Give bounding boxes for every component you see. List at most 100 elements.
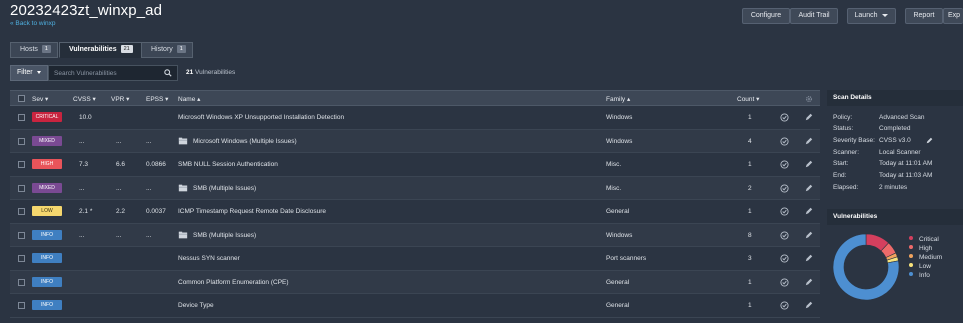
column-vpr[interactable]: VPR ▾ xyxy=(111,95,129,103)
legend-item: Low xyxy=(909,263,931,270)
severity-badge: LOW xyxy=(32,206,62,216)
check-circle-icon[interactable] xyxy=(780,230,789,240)
filter-bar: Filter 21 Vulnerabilities xyxy=(10,65,820,81)
severity-base-label: Severity Base: xyxy=(833,137,875,144)
report-button[interactable]: Report xyxy=(905,8,943,24)
pencil-icon[interactable] xyxy=(805,278,813,286)
vulnerability-name[interactable]: Nessus SYN scanner xyxy=(178,255,240,262)
table-body: CRITICAL 10.0 Microsoft Windows XP Unsuppo… xyxy=(10,106,820,318)
vulnerability-name[interactable]: Device Type xyxy=(178,302,214,309)
tab-history[interactable]: History 1 xyxy=(141,42,193,58)
vulnerability-count-text: Vulnerabilities xyxy=(195,69,236,76)
row-checkbox[interactable] xyxy=(18,231,25,239)
tab-hosts[interactable]: Hosts 1 xyxy=(10,42,58,58)
vulnerability-name[interactable]: SMB NULL Session Authentication xyxy=(178,161,278,168)
scanner-row: Scanner: Local Scanner xyxy=(833,149,921,156)
table-row[interactable]: LOW 2.1 * 2.2 0.0037 ICMP Timestamp Request … xyxy=(10,200,820,224)
check-circle-icon[interactable] xyxy=(780,254,789,263)
table-row[interactable]: INFO Device Type General 1 xyxy=(10,294,820,318)
legend-item: Critical xyxy=(909,236,939,243)
family-value: Misc. xyxy=(606,161,622,168)
vulnerabilities-table: Sev ▾ CVSS ▾ VPR ▾ EPSS ▾ Name ▴ Family … xyxy=(10,90,820,318)
vulnerability-name[interactable]: ICMP Timestamp Request Remote Date Discl… xyxy=(178,208,326,215)
gear-icon[interactable] xyxy=(805,95,813,103)
family-value: Windows xyxy=(606,114,633,121)
launch-button[interactable]: Launch xyxy=(847,8,896,24)
pencil-icon[interactable] xyxy=(805,207,813,215)
row-checkbox[interactable] xyxy=(18,137,25,145)
start-row: Start: Today at 11:01 AM xyxy=(833,160,932,167)
check-circle-icon[interactable] xyxy=(780,207,789,216)
pencil-icon[interactable] xyxy=(805,184,813,192)
severity-badge: MIXED xyxy=(32,135,62,146)
vulnerability-name[interactable]: Common Platform Enumeration (CPE) xyxy=(178,279,289,286)
column-sev[interactable]: Sev ▾ xyxy=(32,95,48,103)
tab-label: Vulnerabilities xyxy=(69,46,117,53)
column-family[interactable]: Family ▴ xyxy=(606,95,630,103)
pencil-icon[interactable] xyxy=(805,301,813,309)
status-value: Completed xyxy=(879,125,911,132)
row-checkbox[interactable] xyxy=(18,208,25,215)
table-row[interactable]: MIXED......... SMB (Multiple Issues) Misc.… xyxy=(10,176,820,200)
pencil-icon[interactable] xyxy=(805,160,813,168)
check-circle-icon[interactable] xyxy=(780,277,789,287)
pencil-icon[interactable] xyxy=(805,231,813,239)
vulnerability-name[interactable]: SMB (Multiple Issues) xyxy=(193,232,256,239)
row-checkbox[interactable] xyxy=(18,114,25,121)
tab-count: 1 xyxy=(41,45,51,53)
pencil-icon[interactable] xyxy=(805,137,813,145)
select-all-checkbox[interactable] xyxy=(18,95,25,102)
folder-icon xyxy=(178,184,188,191)
vulnerability-count: 21 Vulnerabilities xyxy=(186,69,235,76)
family-value: Misc. xyxy=(606,184,622,192)
pencil-icon[interactable] xyxy=(805,254,813,262)
check-circle-icon[interactable] xyxy=(780,160,789,169)
audit-trail-button[interactable]: Audit Trail xyxy=(790,8,838,24)
tab-label: Hosts xyxy=(20,46,38,53)
vulnerability-name[interactable]: SMB (Multiple Issues) xyxy=(193,185,256,192)
check-circle-icon[interactable] xyxy=(780,183,789,193)
tab-vulnerabilities[interactable]: Vulnerabilities 21 xyxy=(59,42,142,58)
scanner-label: Scanner: xyxy=(833,149,860,156)
table-row[interactable]: CRITICAL 10.0 Microsoft Windows XP Unsuppo… xyxy=(10,106,820,130)
vpr-value: ... xyxy=(116,184,122,192)
column-cvss[interactable]: CVSS ▾ xyxy=(73,95,96,103)
row-checkbox[interactable] xyxy=(18,161,25,168)
row-checkbox[interactable] xyxy=(18,278,25,286)
configure-button[interactable]: Configure xyxy=(742,8,790,24)
filter-button[interactable]: Filter xyxy=(10,65,48,81)
export-button[interactable]: Exp xyxy=(943,8,963,24)
back-link[interactable]: « Back to winxp xyxy=(10,20,56,27)
vpr-value: 2.2 xyxy=(116,208,126,215)
row-checkbox[interactable] xyxy=(18,255,25,262)
folder-icon xyxy=(178,231,188,238)
table-row[interactable]: INFO Nessus SYN scanner Port scanners 3 xyxy=(10,247,820,271)
search-icon[interactable] xyxy=(164,69,172,77)
count-value: 8 xyxy=(748,231,752,239)
family-value: General xyxy=(606,302,630,309)
cvss-value: ... xyxy=(79,231,85,239)
column-epss[interactable]: EPSS ▾ xyxy=(146,95,168,103)
pencil-icon[interactable] xyxy=(926,137,933,144)
row-checkbox[interactable] xyxy=(18,184,25,192)
vulnerability-name[interactable]: Microsoft Windows (Multiple Issues) xyxy=(193,138,297,145)
legend-label: Critical xyxy=(919,236,939,243)
search-input[interactable] xyxy=(48,65,178,81)
folder-icon xyxy=(178,137,188,144)
policy-row: Policy: Advanced Scan xyxy=(833,114,925,121)
pencil-icon[interactable] xyxy=(805,113,813,121)
table-row[interactable]: HIGH 7.3 6.6 0.0866 SMB NULL Session Authent… xyxy=(10,153,820,177)
severity-badge: HIGH xyxy=(32,159,62,169)
check-circle-icon[interactable] xyxy=(780,113,789,122)
row-checkbox[interactable] xyxy=(18,302,25,309)
table-row[interactable]: MIXED......... Microsoft Windows (Multipl… xyxy=(10,129,820,153)
column-name[interactable]: Name ▴ xyxy=(178,95,200,103)
vulnerability-name[interactable]: Microsoft Windows XP Unsupported Install… xyxy=(178,114,344,121)
column-count[interactable]: Count ▾ xyxy=(737,95,759,103)
launch-label: Launch xyxy=(854,12,878,19)
check-circle-icon[interactable] xyxy=(780,136,789,146)
legend-swatch xyxy=(909,272,913,276)
table-row[interactable]: INFO......... SMB (Multiple Issues) Window… xyxy=(10,223,820,247)
table-row[interactable]: INFO Common Platform Enumeration (CPE) Gen… xyxy=(10,270,820,294)
check-circle-icon[interactable] xyxy=(780,301,789,310)
